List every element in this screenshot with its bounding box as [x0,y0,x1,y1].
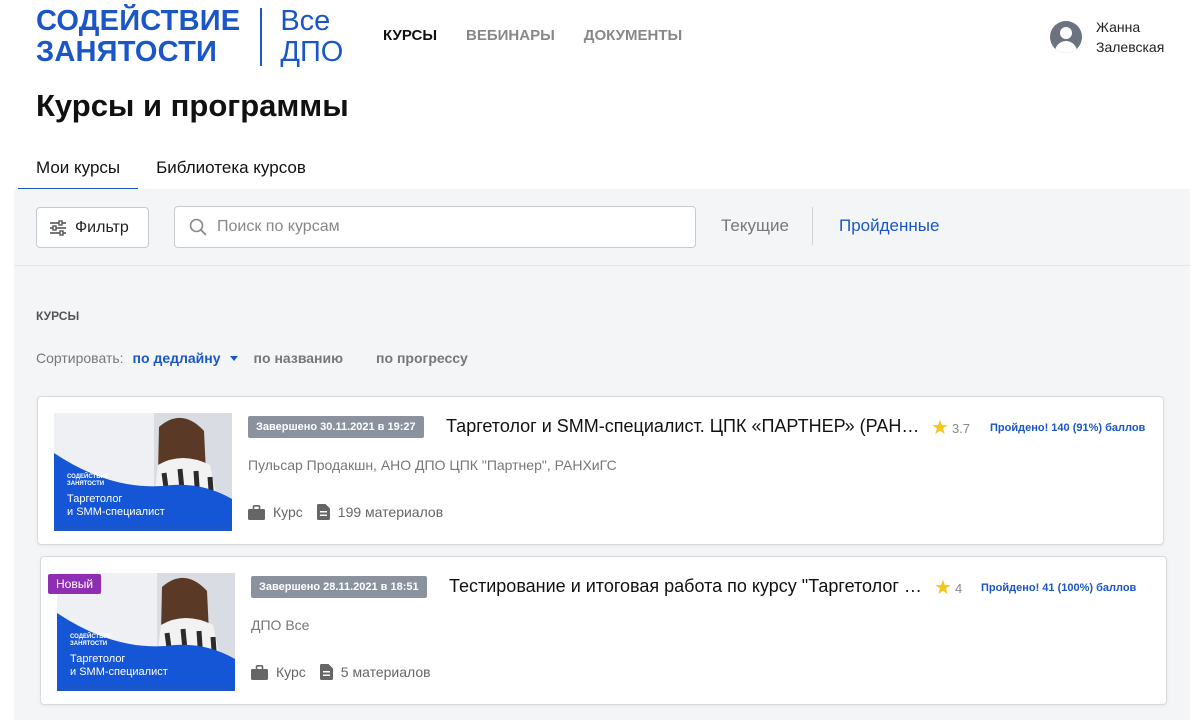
thumbnail-logo-line-2: ЗАНЯТОСТИ [70,641,108,647]
sort-by-deadline-label: по дедлайну [132,350,221,366]
logo-sub-line-1: Все [280,5,331,37]
course-materials: 199 материалов [337,504,444,520]
filter-button-label: Фильтр [75,218,129,236]
course-tabs: Мои курсы Библиотека курсов [18,150,324,191]
thumbnail-title: Таргетолог и SMM-специалист [70,653,168,679]
course-type: Курс [273,504,303,520]
sort-by-deadline[interactable]: по дедлайну [133,350,238,366]
briefcase-icon [251,664,268,680]
user-last-name: Залевская [1096,39,1165,55]
course-provider: Пульсар Продакшн, АНО ДПО ЦПК "Партнер",… [248,457,617,473]
course-meta: Курс 199 материалов [248,504,443,520]
course-materials: 5 материалов [340,664,431,680]
search-icon [189,218,207,236]
section-label: КУРСЫ [36,309,80,323]
thumbnail-logo-line-2: ЗАНЯТОСТИ [67,481,105,487]
course-title[interactable]: Таргетолог и SMM-специалист. ЦПК «ПАРТНЕ… [446,416,926,437]
nav-documents[interactable]: Документы [584,27,682,44]
course-rating: ★ 3.7 [931,418,970,438]
thumbnail-logo-line-1: СОДЕЙСТВИЕ [67,474,109,480]
status-tab-current[interactable]: Текущие [721,216,789,236]
status-divider [812,207,813,245]
user-menu[interactable]: Жанна Залевская [1050,17,1164,57]
tab-my-courses[interactable]: Мои курсы [18,150,139,191]
thumbnail-title-line-2: и SMM-специалист [67,506,165,518]
logo-subtext: Все ДПО [280,6,343,68]
document-icon [316,504,330,520]
site-logo[interactable]: СОДЕЙСТВИЕ ЗАНЯТОСТИ Все ДПО [36,6,343,68]
rating-value: 4 [954,580,963,596]
briefcase-icon [248,504,265,520]
search-input[interactable] [217,218,677,236]
courses-toolbar: Фильтр Текущие Пройденные [14,189,1190,266]
logo-line-2: ЗАНЯТОСТИ [36,36,218,68]
sort-by-name[interactable]: по названию [254,350,344,366]
deadline-badge: Завершено 30.11.2021 в 19:27 [248,416,424,438]
user-first-name: Жанна [1096,19,1141,35]
thumbnail-title-line-1: Таргетолог [67,493,123,505]
course-result: Пройдено! 41 (100%) баллов [981,582,1137,594]
document-icon [319,664,333,680]
page-title: Курсы и программы [36,88,349,123]
course-card[interactable]: СОДЕЙСТВИЕ ЗАНЯТОСТИ Таргетолог и SMM-сп… [37,396,1164,545]
filter-button[interactable]: Фильтр [36,207,149,248]
thumbnail-logo-line-1: СОДЕЙСТВИЕ [70,634,112,640]
new-badge: Новый [48,574,102,594]
status-tab-completed[interactable]: Пройденные [839,216,939,236]
star-icon: ★ [934,577,952,599]
search-box [174,206,696,248]
sliders-icon [50,219,66,236]
logo-line-1: СОДЕЙСТВИЕ [36,5,241,37]
main-nav: Курсы Вебинары Документы [383,27,682,44]
tab-course-library[interactable]: Библиотека курсов [138,150,324,191]
logo-divider [260,8,263,66]
rating-value: 3.7 [951,420,971,436]
course-card[interactable]: Новый СОДЕЙСТВИЕ ЗАНЯТОСТИ Таргетолог и … [40,556,1167,705]
course-title[interactable]: Тестирование и итоговая работа по курсу … [449,576,927,597]
thumbnail-title: Таргетолог и SMM-специалист [67,493,165,519]
nav-webinars[interactable]: Вебинары [466,27,555,44]
star-icon: ★ [931,417,949,439]
thumbnail-logo: СОДЕЙСТВИЕ ЗАНЯТОСТИ [70,634,112,648]
deadline-badge: Завершено 28.11.2021 в 18:51 [251,576,427,598]
nav-courses[interactable]: Курсы [383,27,437,44]
course-thumbnail: СОДЕЙСТВИЕ ЗАНЯТОСТИ Таргетолог и SMM-сп… [54,413,232,531]
course-rating: ★ 4 [934,578,962,598]
course-result: Пройдено! 140 (91%) баллов [990,422,1146,434]
logo-text: СОДЕЙСТВИЕ ЗАНЯТОСТИ [36,6,240,68]
thumbnail-logo: СОДЕЙСТВИЕ ЗАНЯТОСТИ [67,474,109,488]
logo-sub-line-2: ДПО [280,36,344,68]
course-meta: Курс 5 материалов [251,664,431,680]
chevron-down-icon [229,355,238,361]
sort-by-progress[interactable]: по прогрессу [376,350,468,366]
course-type: Курс [276,664,306,680]
sort-bar: Сортировать: по дедлайну по названию по … [36,350,501,366]
user-name: Жанна Залевская [1096,17,1164,57]
user-avatar-icon [1050,21,1082,53]
site-header: СОДЕЙСТВИЕ ЗАНЯТОСТИ Все ДПО Курсы Вебин… [0,0,1200,80]
sort-label: Сортировать: [36,350,124,366]
thumbnail-title-line-1: Таргетолог [70,653,126,665]
thumbnail-title-line-2: и SMM-специалист [70,666,168,678]
course-provider: ДПО Все [251,617,310,633]
